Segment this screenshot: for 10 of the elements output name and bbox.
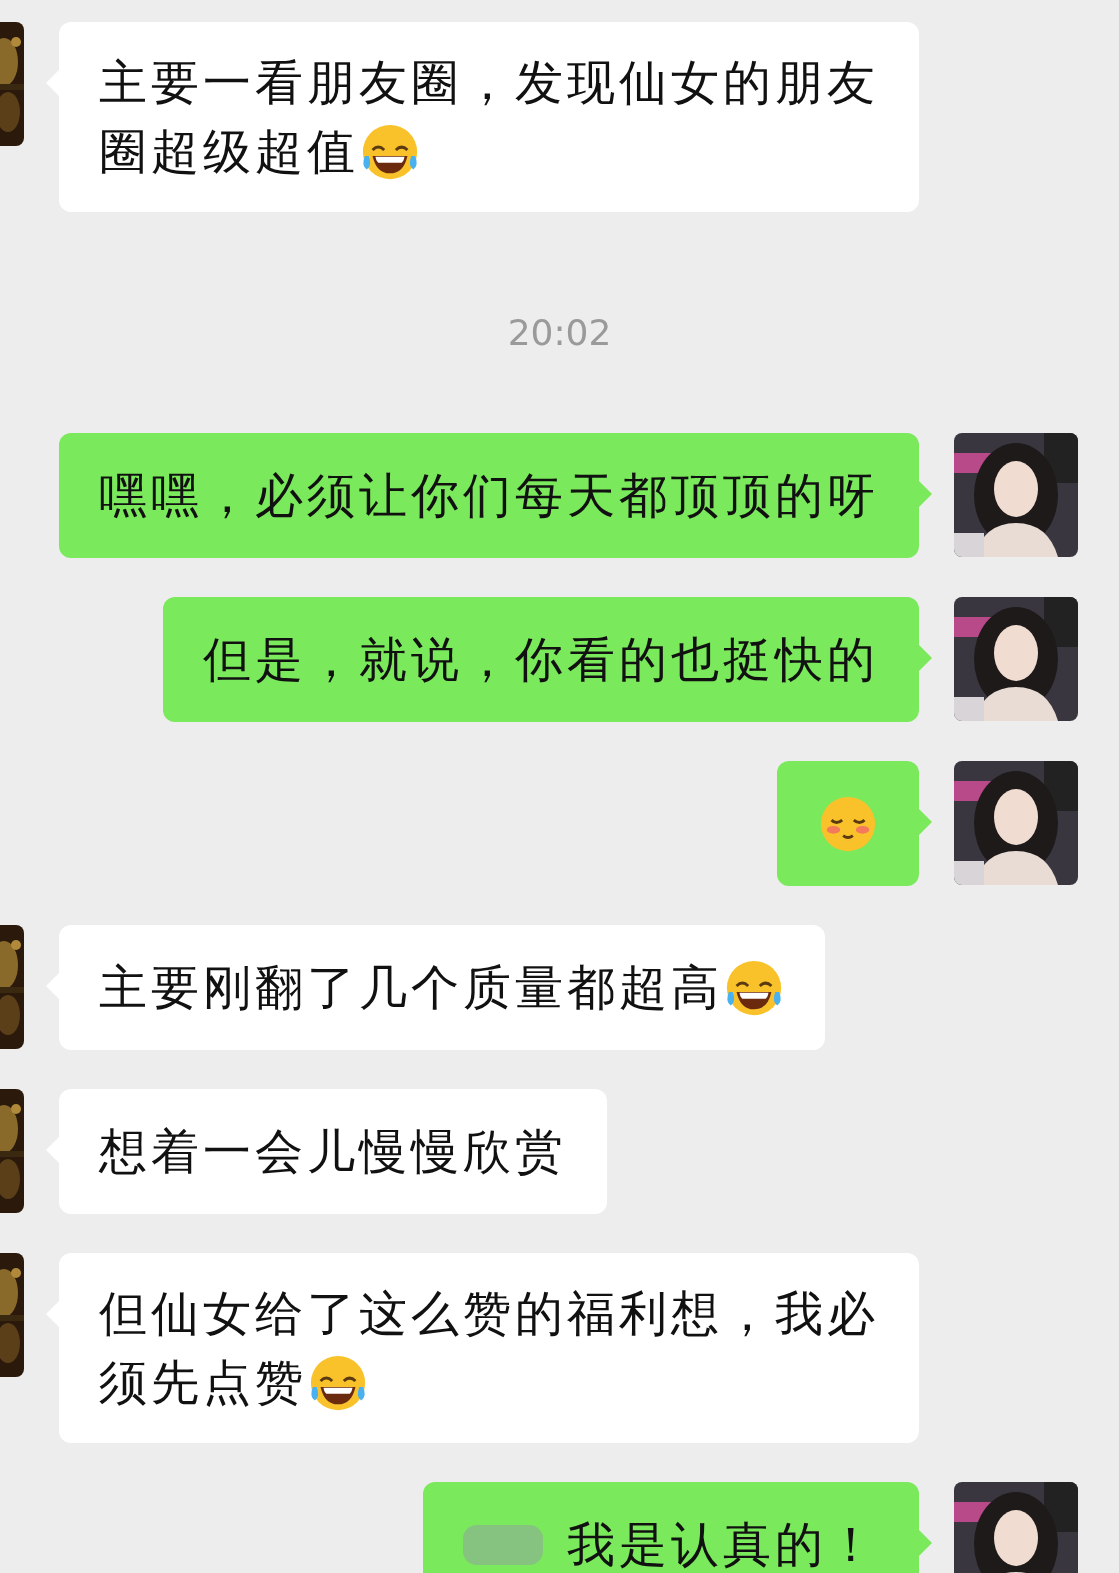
message-text: 但是，就说，你看的也挺快的 [203, 630, 879, 689]
message-text: 但仙女给了这么赞的福利想，我必 [99, 1284, 879, 1343]
message-text: 圈超级超值 [99, 122, 359, 181]
message-text: 主要刚翻了几个质量都超高 [99, 958, 723, 1017]
timestamp: 20:02 [507, 312, 612, 354]
message-text: 想着一会儿慢慢欣赏 [99, 1122, 567, 1181]
message-text: 嘿嘿，必须让你们每天都顶顶的呀 [99, 466, 879, 525]
message-text: 须先点赞 [99, 1353, 307, 1412]
message-text: 我是认真的！ [567, 1515, 879, 1573]
message-text: 主要一看朋友圈，发现仙女的朋友 [99, 53, 879, 112]
